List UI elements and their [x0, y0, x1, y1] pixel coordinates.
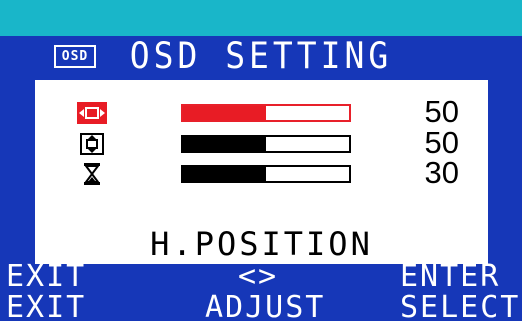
exit-hint[interactable]: EXIT	[6, 262, 86, 292]
settings-panel: 50 50 30 H.POSITION	[35, 80, 488, 264]
v-position-slider-fill	[183, 137, 266, 151]
hourglass-icon	[84, 163, 100, 185]
selected-item-name: H.POSITION	[150, 225, 373, 263]
enter-hint[interactable]: ENTER	[400, 262, 500, 292]
h-position-slider-fill	[183, 106, 266, 120]
vertical-position-icon	[80, 133, 104, 155]
horizontal-position-icon	[77, 102, 107, 124]
exit-label: EXIT	[6, 290, 87, 321]
osd-timer-slider[interactable]	[181, 165, 351, 183]
setting-row-v-position[interactable]: 50	[35, 125, 488, 160]
setting-row-h-position[interactable]: 50	[35, 94, 488, 129]
osd-window: OSD OSD SETTING 50 50 30 H.POSITION EXIT…	[0, 36, 522, 321]
v-position-slider[interactable]	[181, 135, 351, 153]
adjust-label: ADJUST	[205, 290, 326, 321]
adjust-arrows-icon[interactable]: <>	[238, 262, 278, 292]
osd-timer-slider-fill	[183, 167, 266, 181]
osd-timer-value: 30	[424, 155, 459, 190]
select-label: SELECT	[400, 290, 521, 321]
h-position-slider[interactable]	[181, 104, 351, 122]
osd-title: OSD SETTING	[129, 36, 393, 77]
osd-title-bar: OSD OSD SETTING	[0, 36, 522, 76]
setting-row-osd-timer[interactable]: 30	[35, 155, 488, 190]
